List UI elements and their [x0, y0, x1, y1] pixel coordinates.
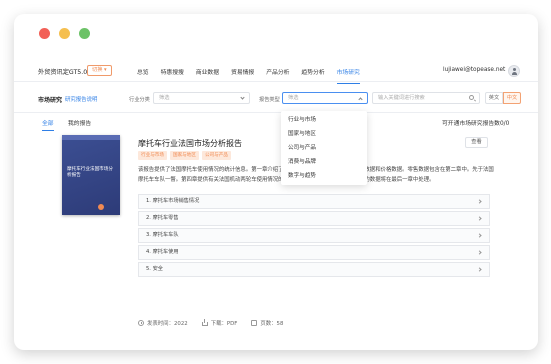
chevron-down-icon	[240, 95, 245, 100]
chevron-right-icon	[477, 250, 482, 255]
report-quota-text: 可开通市场研究报告数0/0	[442, 121, 510, 127]
chapter-item[interactable]: 4. 摩托车使用	[138, 245, 490, 260]
nav-item-special-search[interactable]: 特惠搜搜	[161, 67, 184, 76]
download-text: 下载：PDF	[210, 321, 238, 327]
nav-item-overview[interactable]: 总览	[137, 67, 149, 76]
report-title[interactable]: 摩托车行业法国市场分析报告	[138, 138, 242, 149]
user-email[interactable]: lujiawei@topease.net	[443, 67, 505, 73]
brand-logo-icon	[98, 204, 104, 210]
filter-bar: 市场研究 研究报告说明 行业分类 筛选 报告类型 筛选 输入关键词进行搜索 英文…	[14, 83, 538, 113]
switch-button[interactable]: 切换 ▾	[87, 65, 112, 76]
chapter-label: 2. 摩托车零售	[146, 215, 179, 221]
search-input[interactable]: 输入关键词进行搜索	[372, 92, 480, 104]
app-window: 外贸资讯定GT5.0 切换 ▾ 总览 特惠搜搜 商业数据 贸易情报 产品分析 趋…	[14, 14, 538, 350]
tag: 公司与产品	[201, 151, 231, 160]
lang-chinese-button[interactable]: 中文	[503, 92, 521, 104]
minimize-window-button[interactable]	[59, 28, 70, 39]
nav-item-trade-intel[interactable]: 贸易情报	[231, 67, 254, 76]
industry-label: 行业分类	[129, 97, 150, 103]
download-format: 下载：PDF	[201, 319, 238, 327]
top-navigation: 外贸资讯定GT5.0 切换 ▾ 总览 特惠搜搜 商业数据 贸易情报 产品分析 趋…	[14, 60, 538, 84]
chevron-right-icon	[477, 267, 482, 272]
tab-my-reports[interactable]: 我的报告	[68, 118, 91, 127]
avatar[interactable]	[508, 65, 520, 77]
cover-stripe	[62, 135, 120, 140]
report-info-link[interactable]: 研究报告说明	[65, 95, 97, 103]
chapter-item[interactable]: 1. 摩托车市场销售情况	[138, 194, 490, 209]
report-type-label: 报告类型	[259, 97, 280, 103]
chapter-label: 3. 摩托车车队	[146, 232, 179, 238]
tab-all[interactable]: 全部	[42, 118, 54, 131]
chevron-up-icon	[358, 97, 363, 102]
search-icon[interactable]	[469, 95, 474, 100]
nav-item-business-data[interactable]: 商业数据	[196, 67, 219, 76]
dropdown-option-country-region[interactable]: 国家与地区	[281, 127, 367, 141]
nav-item-trend-analysis[interactable]: 趋势分析	[301, 67, 324, 76]
tabs-row: 全部 我的报告 可开通市场研究报告数0/0	[14, 113, 538, 131]
dropdown-option-company-product[interactable]: 公司与产品	[281, 141, 367, 155]
nav-item-market-research[interactable]: 市场研究	[336, 67, 361, 84]
industry-select-placeholder: 筛选	[159, 95, 170, 101]
publish-time: 发表时间：2022	[138, 319, 188, 327]
cover-title: 摩托车行业法国市场分析报告	[67, 167, 113, 178]
report-type-select[interactable]: 筛选	[282, 92, 368, 104]
chevron-right-icon	[477, 233, 482, 238]
page-count: 页数：58	[251, 319, 283, 327]
publish-time-text: 发表时间：2022	[147, 321, 188, 327]
title-bar	[14, 14, 538, 50]
dropdown-option-digital-trend[interactable]: 数字与趋势	[281, 169, 367, 183]
chapter-item[interactable]: 3. 摩托车车队	[138, 228, 490, 243]
nav-item-product-analysis[interactable]: 产品分析	[266, 67, 289, 76]
chapter-label: 5. 安全	[146, 266, 163, 272]
report-type-select-placeholder: 筛选	[288, 95, 299, 101]
industry-select[interactable]: 筛选	[153, 92, 250, 104]
nav-menu: 总览 特惠搜搜 商业数据 贸易情报 产品分析 趋势分析 市场研究	[137, 67, 372, 84]
chevron-right-icon	[477, 199, 482, 204]
switch-label: 切换	[92, 67, 103, 73]
download-icon	[201, 319, 208, 326]
report-meta: 发表时间：2022 下载：PDF 页数：58	[138, 319, 297, 327]
close-window-button[interactable]	[39, 28, 50, 39]
clock-icon	[138, 320, 144, 326]
report-tags: 行业与市场 国家与地区 公司与产品	[138, 151, 231, 160]
chapter-item[interactable]: 5. 安全	[138, 262, 490, 277]
tag: 行业与市场	[138, 151, 167, 160]
dropdown-option-industry-market[interactable]: 行业与市场	[281, 113, 367, 127]
section-title: 市场研究	[38, 97, 63, 104]
dropdown-option-consumer-brand[interactable]: 消费与品牌	[281, 155, 367, 169]
chapter-item[interactable]: 2. 摩托车零售	[138, 211, 490, 226]
tag: 国家与地区	[169, 151, 199, 160]
search-placeholder: 输入关键词进行搜索	[378, 95, 425, 101]
report-cover[interactable]: 摩托车行业法国市场分析报告	[62, 135, 120, 215]
chevron-right-icon	[477, 216, 482, 221]
maximize-window-button[interactable]	[79, 28, 90, 39]
view-button[interactable]: 查看	[465, 137, 488, 148]
chapter-label: 1. 摩托车市场销售情况	[146, 198, 200, 204]
chapter-label: 4. 摩托车使用	[146, 249, 179, 255]
pages-icon	[251, 320, 258, 326]
app-logo: 外贸资讯定GT5.0	[38, 69, 88, 76]
lang-english-button[interactable]: 英文	[485, 92, 503, 104]
page-count-text: 页数：58	[260, 321, 284, 327]
report-type-dropdown: 行业与市场 国家与地区 公司与产品 消费与品牌 数字与趋势	[281, 111, 367, 185]
chapter-list: 1. 摩托车市场销售情况 2. 摩托车零售 3. 摩托车车队 4. 摩托车使用 …	[138, 194, 490, 279]
